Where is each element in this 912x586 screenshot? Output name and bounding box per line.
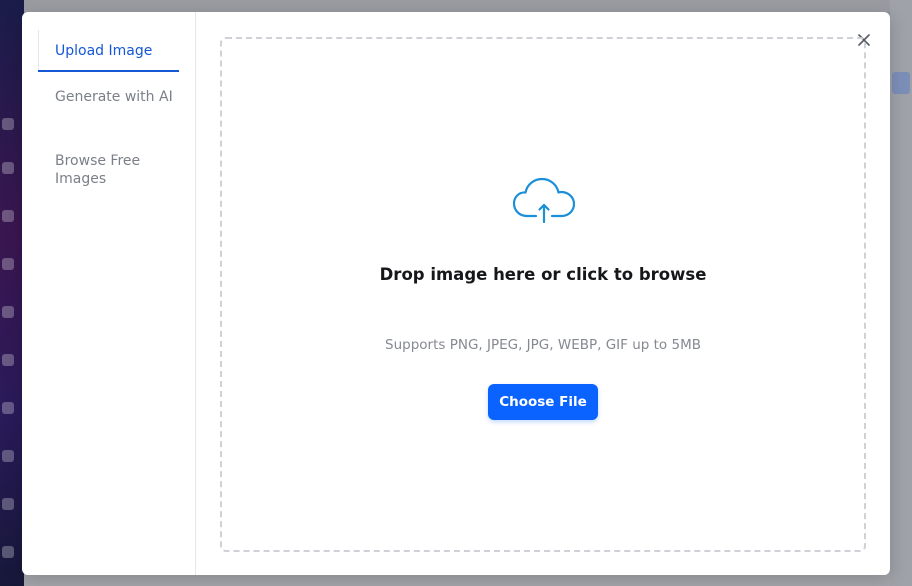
tab-left-rule [38,30,39,72]
tab-browse-free-images[interactable]: Browse Free Images [38,152,179,188]
image-dropzone[interactable]: Drop image here or click to browse Suppo… [220,37,866,552]
background-topbar [24,0,912,12]
choose-file-button[interactable]: Choose File [488,384,598,420]
image-picker-modal: Upload Image Generate with AI Browse Fre… [22,12,890,575]
background-nav-icon [2,306,14,318]
dropzone-title: Drop image here or click to browse [379,265,707,284]
dropzone-subtitle: Supports PNG, JPEG, JPG, WEBP, GIF up to… [385,337,701,353]
background-nav-icon [2,210,14,222]
tab-generate-with-ai[interactable]: Generate with AI [38,88,179,106]
background-nav-icon [2,498,14,510]
background-sidebar [0,0,24,586]
active-tab-indicator [38,70,179,72]
cloud-upload-icon [511,176,577,224]
background-nav-icon [2,546,14,558]
background-nav-icon [2,450,14,462]
tab-label: Browse Free Images [55,153,141,187]
background-nav-icon [2,354,14,366]
tab-upload-image[interactable]: Upload Image [38,30,179,72]
background-nav-icon [2,258,14,270]
modal-sidebar: Upload Image Generate with AI Browse Fre… [22,12,196,575]
tab-label: Upload Image [55,43,153,59]
background-nav-icon [2,402,14,414]
background-nav-icon [2,118,14,130]
tab-label: Generate with AI [55,89,173,105]
background-nav-icon [2,162,14,174]
background-chip [892,72,910,94]
